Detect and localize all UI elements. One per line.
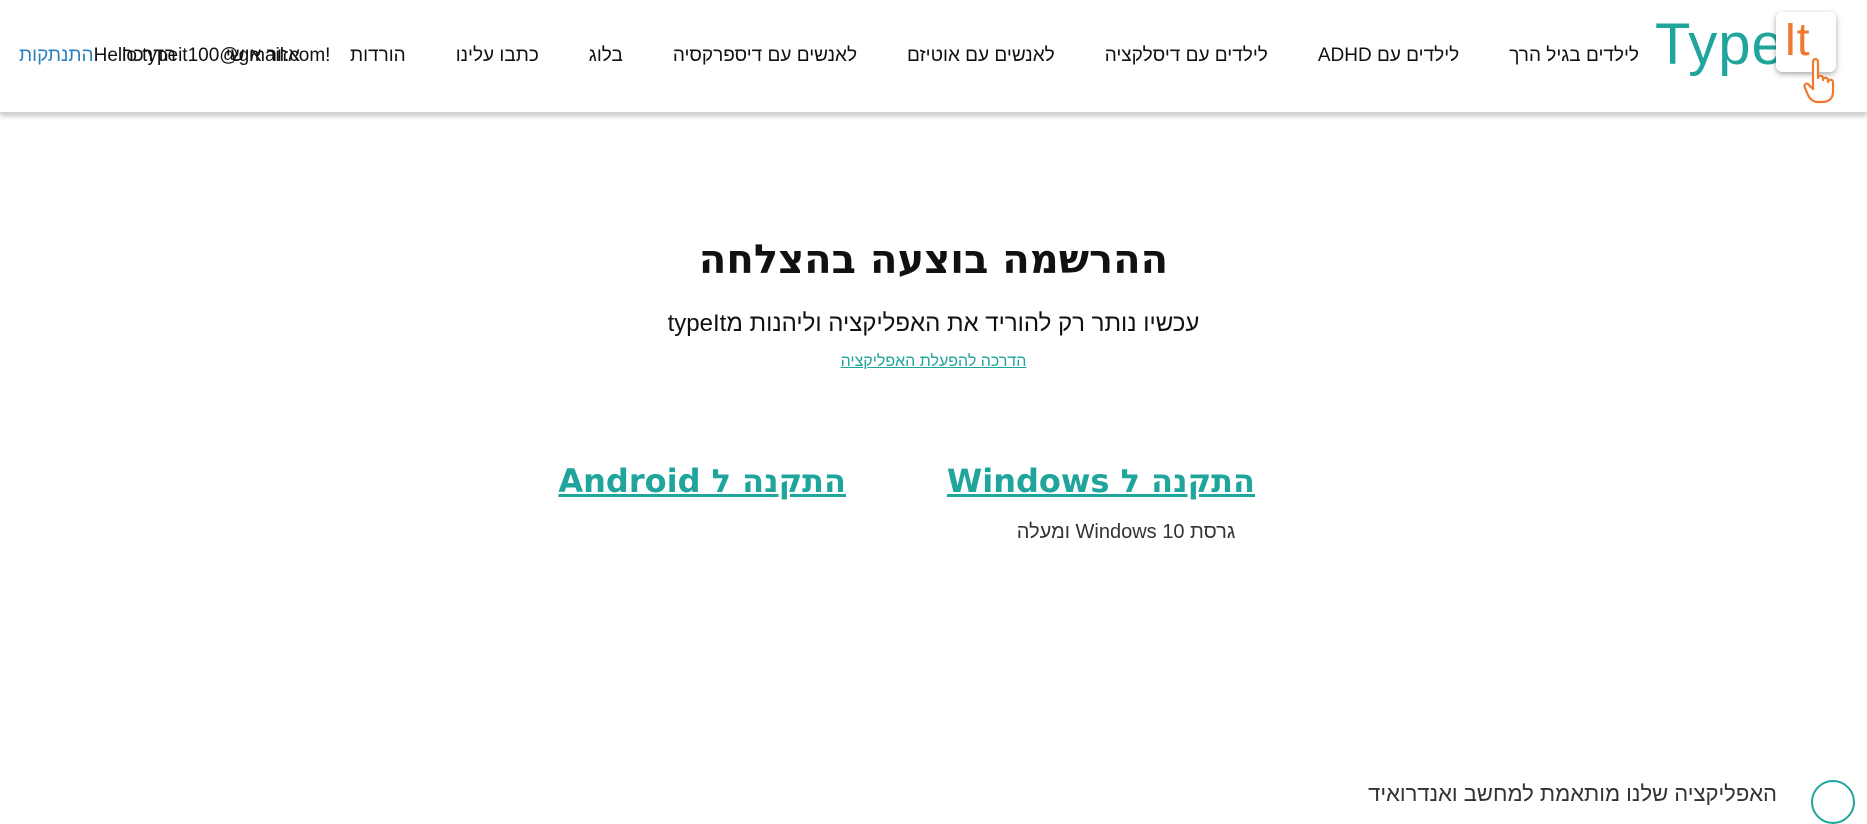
nav-item-press[interactable]: כתבו עלינו [456, 44, 539, 68]
site-header: Type It לילדים בגיל הרך לילדים עם ADHD ל… [0, 0, 1867, 113]
circle-check-icon [1811, 780, 1855, 824]
user-area: התנתקותHello typeit100@gmail.com! [19, 44, 330, 68]
install-android-link[interactable]: התקנה ל Android [558, 460, 846, 502]
typeit-logo[interactable]: Type It [1655, 12, 1845, 104]
logo-type-text: Type [1655, 12, 1785, 77]
main-nav: לילדים בגיל הרך לילדים עם ADHD לילדים עם… [122, 44, 1639, 68]
nav-item-dyspraxia[interactable]: לאנשים עם דיספרקסיה [673, 44, 857, 68]
nav-item-adhd[interactable]: לילדים עם ADHD [1318, 44, 1459, 68]
logout-link[interactable]: התנתקות [19, 45, 94, 66]
page-title: ההרשמה בוצעה בהצלחה [698, 237, 1169, 283]
nav-item-early-childhood[interactable]: לילדים בגיל הרך [1509, 44, 1639, 68]
install-windows-link[interactable]: התקנה ל Windows [947, 460, 1255, 502]
nav-item-autism[interactable]: לאנשים עם אוטיזם [907, 44, 1055, 68]
footer-peek-text: האפליקציה שלנו מותאמת למחשב ואנדרואיד [1368, 781, 1777, 806]
nav-item-dyslexia[interactable]: לילדים עם דיסלקציה [1105, 44, 1268, 68]
nav-item-downloads[interactable]: הורדות [350, 44, 406, 68]
nav-item-blog[interactable]: בלוג [589, 44, 623, 68]
user-greeting: Hello typeit100@gmail.com! [93, 45, 331, 66]
windows-version-note: גרסת Windows 10 ומעלה [1016, 521, 1236, 543]
pointer-hand-icon [1803, 57, 1835, 104]
guide-link-container: הדרכה להפעלת האפליקציה [0, 352, 1867, 372]
page-subtitle: עכשיו נותר רק להוריד את האפליקציה וליהנו… [667, 310, 1200, 337]
app-guide-link[interactable]: הדרכה להפעלת האפליקציה [841, 353, 1027, 370]
